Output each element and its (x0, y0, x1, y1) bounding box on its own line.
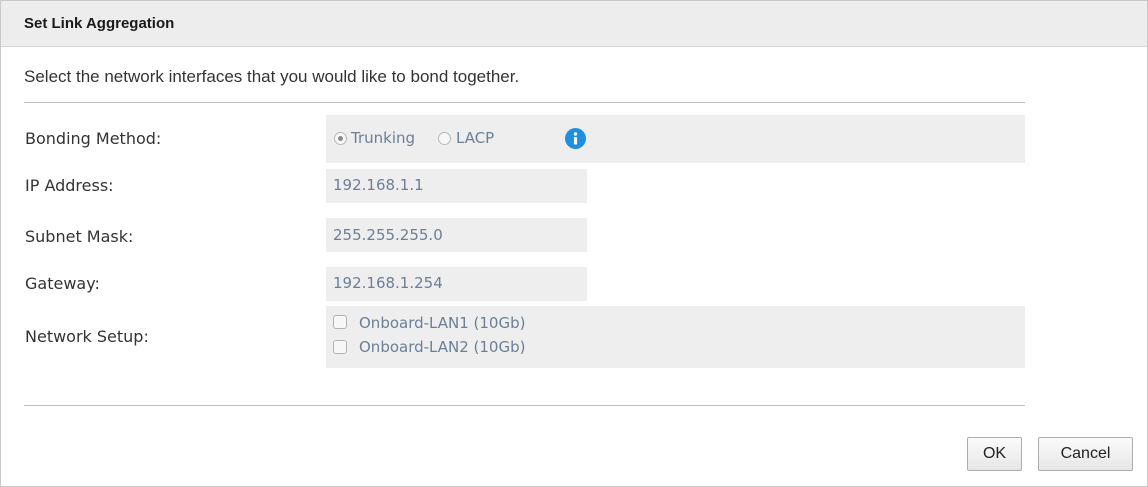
network-setup-field: Onboard-LAN1 (10Gb) Onboard-LAN2 (10Gb) (326, 306, 1025, 368)
bottom-divider (24, 405, 1025, 406)
trunking-radio[interactable] (334, 132, 347, 145)
lacp-radio-label[interactable]: LACP (456, 129, 494, 147)
subnet-mask-value: 255.255.255.0 (333, 226, 443, 244)
lan1-checkbox-label[interactable]: Onboard-LAN1 (10Gb) (359, 314, 525, 332)
dialog-titlebar: Set Link Aggregation (1, 1, 1147, 47)
info-icon[interactable] (565, 128, 586, 149)
ip-address-value: 192.168.1.1 (333, 176, 424, 194)
ok-button[interactable]: OK (967, 437, 1022, 471)
lan2-checkbox-label[interactable]: Onboard-LAN2 (10Gb) (359, 338, 525, 356)
dialog-intro-text: Select the network interfaces that you w… (24, 67, 520, 86)
ip-address-label: IP Address: (25, 176, 114, 195)
lan1-checkbox[interactable] (333, 315, 347, 329)
network-setup-label: Network Setup: (25, 327, 149, 346)
cancel-button[interactable]: Cancel (1038, 437, 1133, 471)
ip-address-field[interactable]: 192.168.1.1 (326, 169, 587, 203)
bonding-method-field: Trunking LACP (326, 115, 1025, 163)
dialog-title: Set Link Aggregation (24, 15, 175, 32)
gateway-field[interactable]: 192.168.1.254 (326, 267, 587, 301)
lan2-checkbox[interactable] (333, 340, 347, 354)
gateway-value: 192.168.1.254 (333, 274, 443, 292)
gateway-label: Gateway: (25, 274, 100, 293)
top-divider (24, 102, 1025, 103)
bonding-method-label: Bonding Method: (25, 129, 162, 148)
subnet-mask-field[interactable]: 255.255.255.0 (326, 218, 587, 252)
lacp-radio[interactable] (438, 132, 451, 145)
trunking-radio-label[interactable]: Trunking (351, 129, 415, 147)
subnet-mask-label: Subnet Mask: (25, 227, 134, 246)
link-aggregation-dialog: Set Link Aggregation Select the network … (0, 0, 1148, 487)
